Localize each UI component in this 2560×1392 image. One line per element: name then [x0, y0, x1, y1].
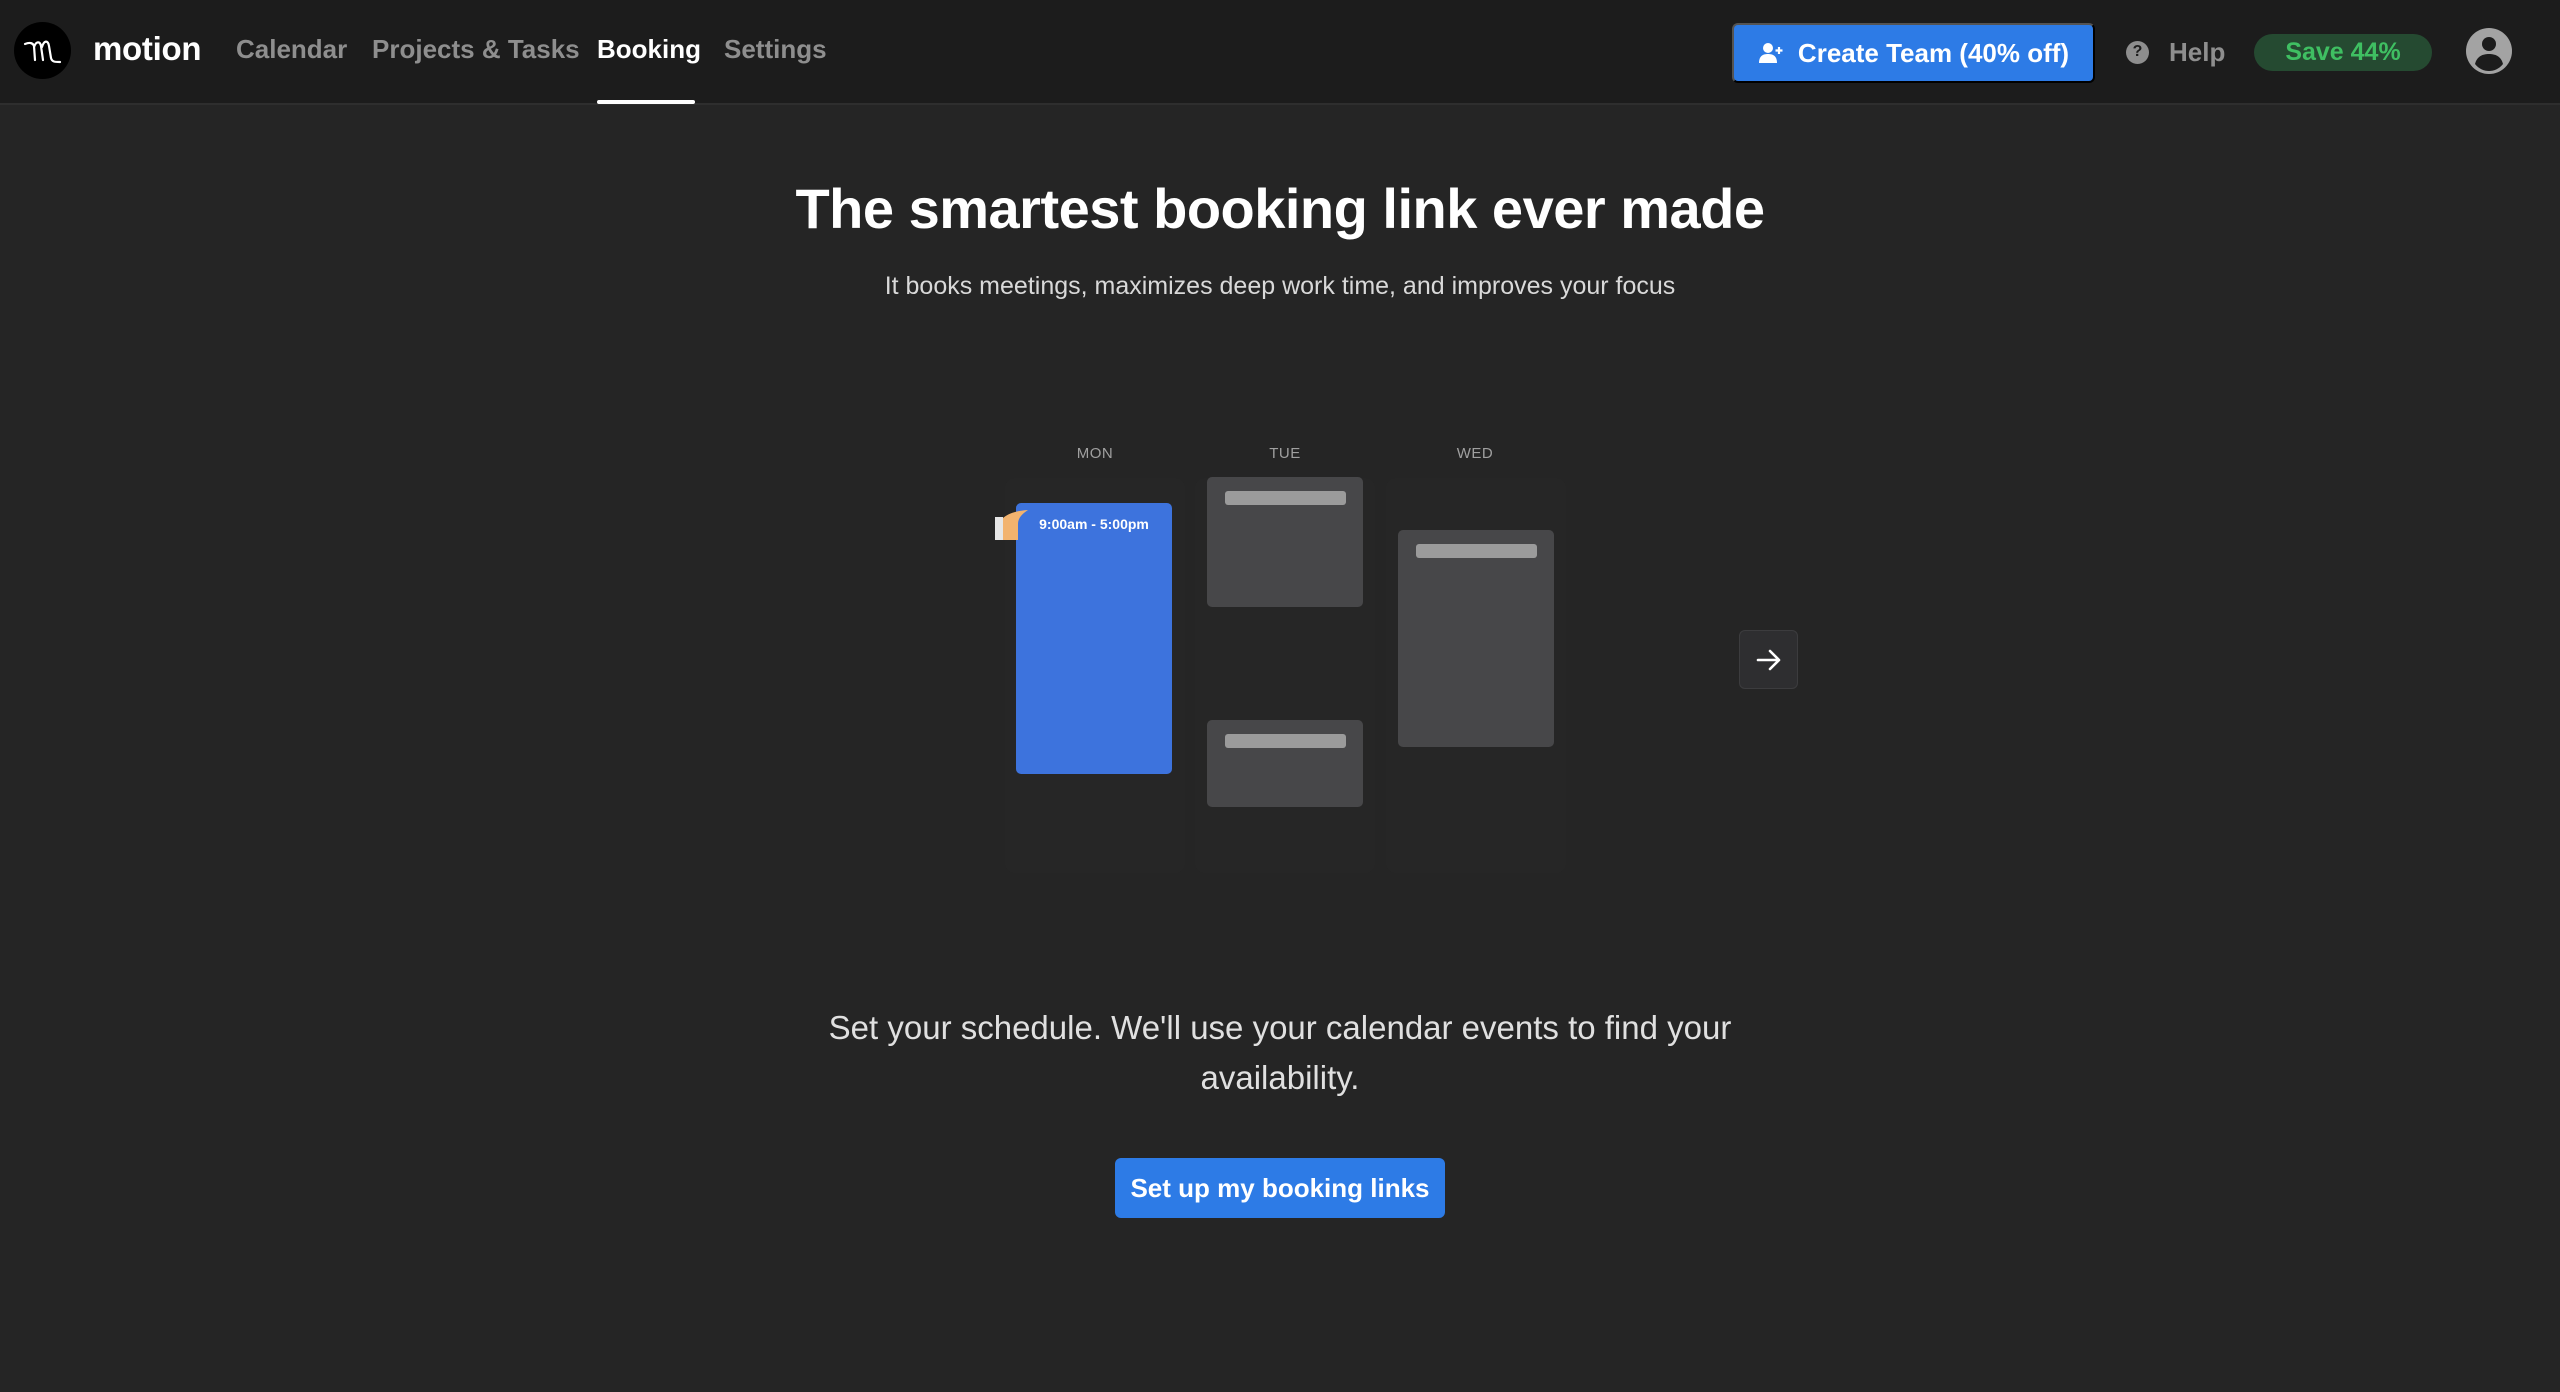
page-subtitle: It books meetings, maximizes deep work t… [884, 272, 1676, 300]
question-circle-icon: ? [2126, 40, 2149, 64]
availability-time: 9:00am - 5:00pm [1039, 516, 1149, 532]
event-block [1398, 530, 1554, 747]
add-user-icon [1758, 43, 1783, 63]
day-label-tue: TUE [1269, 445, 1301, 462]
motion-logo-icon[interactable] [14, 22, 71, 79]
nav-settings[interactable]: Settings [724, 34, 827, 65]
page-title: The smartest booking link ever made [795, 177, 1765, 240]
event-block [1207, 477, 1363, 607]
availability-block: 9:00am - 5:00pm [1016, 503, 1172, 774]
hand-pointer-icon [995, 510, 1028, 540]
schedule-description: Set your schedule. We'll use your calend… [828, 1009, 1732, 1096]
nav-projects-tasks[interactable]: Projects & Tasks [372, 34, 580, 65]
save-badge[interactable]: Save 44% [2254, 34, 2432, 71]
event-title-placeholder [1416, 544, 1537, 558]
top-navigation-bar: motion Calendar Projects & Tasks Booking… [0, 0, 2560, 105]
nav-booking[interactable]: Booking [597, 34, 701, 65]
event-title-placeholder [1225, 491, 1346, 505]
user-avatar-icon[interactable] [2466, 28, 2512, 74]
day-label-wed: WED [1456, 445, 1494, 462]
active-tab-indicator [597, 100, 695, 104]
nav-calendar[interactable]: Calendar [236, 34, 347, 65]
help-link[interactable]: ? Help [2126, 34, 2225, 70]
arrow-right-icon [1756, 649, 1780, 670]
setup-booking-links-button[interactable]: Set up my booking links [1115, 1158, 1445, 1218]
brand-name[interactable]: motion [93, 30, 201, 68]
day-label-mon: MON [1076, 445, 1114, 462]
next-arrow-button[interactable] [1739, 630, 1798, 689]
event-title-placeholder [1225, 734, 1346, 748]
create-team-button[interactable]: Create Team (40% off) [1732, 23, 2095, 83]
event-block [1207, 720, 1363, 807]
create-team-label: Create Team (40% off) [1797, 37, 2070, 68]
help-label: Help [2169, 36, 2226, 67]
